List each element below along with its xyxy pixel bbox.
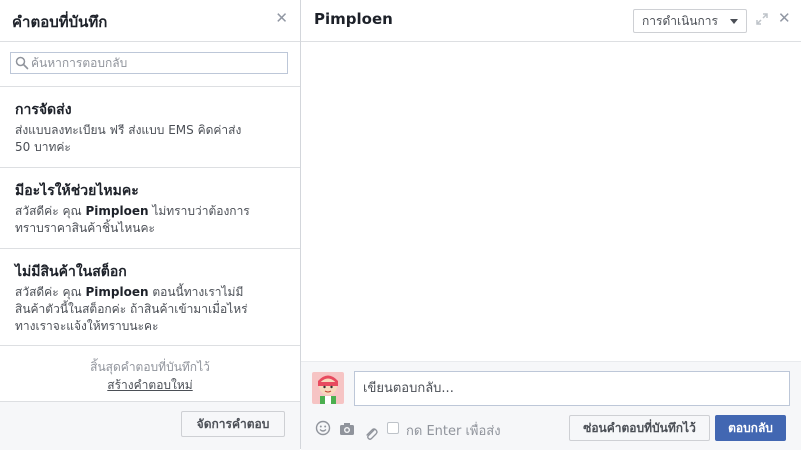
saved-replies-title: คำตอบที่บันทึก [12, 13, 108, 31]
conversation-title: Pimploen [314, 10, 393, 28]
saved-reply-line: ส่งแบบลงทะเบียน ฟรี ส่งแบบ EMS คิดค่าส่ง [15, 123, 242, 137]
saved-reply-line: ทางเราจะแจ้งให้ทราบนะคะ [15, 319, 159, 333]
search-box[interactable] [10, 52, 288, 74]
customer-name: Pimploen [85, 204, 149, 218]
saved-reply-line: สวัสดีค่ะ คุณ Pimploen ตอนนี้ทางเราไม่มี [15, 284, 285, 301]
close-icon[interactable]: ✕ [778, 11, 791, 26]
saved-reply-line: 50 บาทค่ะ [15, 140, 71, 154]
camera-icon[interactable] [339, 421, 355, 437]
manage-replies-button[interactable]: จัดการคำตอบ [181, 411, 285, 437]
conversation-header: Pimploen การดำเนินการ ✕ [301, 0, 801, 42]
saved-reply-preview: ส่งแบบลงทะเบียน ฟรี ส่งแบบ EMS คิดค่าส่ง… [15, 122, 285, 156]
attachment-icon[interactable] [363, 426, 379, 442]
saved-reply-text: ตอนนี้ทางเราไม่มี [148, 285, 244, 299]
conversation-panel: Pimploen การดำเนินการ ✕ เขียนตอบกลับ... … [301, 0, 801, 450]
compose-area: กด Enter เพื่อส่ง ซ่อนคำตอบที่บันทึกไว้ … [301, 361, 801, 450]
saved-reply-title: มีอะไรให้ช่วยไหมคะ [15, 183, 139, 199]
message-thread [301, 42, 801, 360]
saved-reply-item[interactable]: การจัดส่ง ส่งแบบลงทะเบียน ฟรี ส่งแบบ EMS… [0, 87, 300, 168]
saved-replies-panel: คำตอบที่บันทึก ✕ การจัดส่ง ส่งแบบลงทะเบี… [0, 0, 301, 450]
saved-reply-text: ไม่ทราบว่าต้องการ [148, 204, 250, 218]
saved-reply-preview: สวัสดีค่ะ คุณ Pimploen ไม่ทราบว่าต้องการ… [15, 203, 285, 237]
saved-reply-item[interactable]: มีอะไรให้ช่วยไหมคะ สวัสดีค่ะ คุณ Pimploe… [0, 168, 300, 249]
chevron-down-icon [730, 19, 738, 24]
saved-reply-title: การจัดส่ง [15, 102, 72, 118]
saved-replies-header: คำตอบที่บันทึก ✕ [0, 0, 300, 42]
end-of-list-note: สิ้นสุดคำตอบที่บันทึกไว้ [90, 360, 210, 374]
saved-reply-line: ทราบราคาสินค้าชิ้นไหนคะ [15, 221, 155, 235]
saved-reply-text: สวัสดีค่ะ คุณ [15, 204, 86, 218]
expand-icon[interactable] [756, 13, 768, 25]
search-icon [15, 56, 29, 70]
actions-dropdown[interactable]: การดำเนินการ [633, 9, 747, 33]
saved-reply-text: สวัสดีค่ะ คุณ [15, 285, 86, 299]
enter-to-send-checkbox[interactable] [387, 422, 399, 434]
actions-label: การดำเนินการ [642, 14, 718, 28]
reply-input[interactable] [354, 371, 790, 406]
customer-name: Pimploen [85, 285, 149, 299]
close-icon[interactable]: ✕ [275, 11, 288, 26]
emoji-icon[interactable] [315, 420, 331, 436]
saved-reply-title: ไม่มีสินค้าในสต็อก [15, 264, 127, 280]
search-input[interactable] [31, 53, 281, 73]
saved-reply-item[interactable]: ไม่มีสินค้าในสต็อก สวัสดีค่ะ คุณ Pimploe… [0, 249, 300, 346]
enter-to-send-label: กด Enter เพื่อส่ง [406, 424, 501, 439]
saved-replies-footer: จัดการคำตอบ [0, 401, 300, 450]
saved-reply-line: สินค้าตัวนี้ในสต็อกค่ะ ถ้าสินค้าเข้ามาเม… [15, 302, 248, 316]
hide-saved-replies-button[interactable]: ซ่อนคำตอบที่บันทึกไว้ [569, 415, 710, 441]
avatar [312, 372, 344, 404]
create-new-reply-link[interactable]: สร้างคำตอบใหม่ [0, 376, 300, 395]
saved-reply-preview: สวัสดีค่ะ คุณ Pimploen ตอนนี้ทางเราไม่มี… [15, 284, 285, 335]
reply-button[interactable]: ตอบกลับ [715, 415, 786, 441]
saved-reply-line: สวัสดีค่ะ คุณ Pimploen ไม่ทราบว่าต้องการ [15, 203, 285, 220]
